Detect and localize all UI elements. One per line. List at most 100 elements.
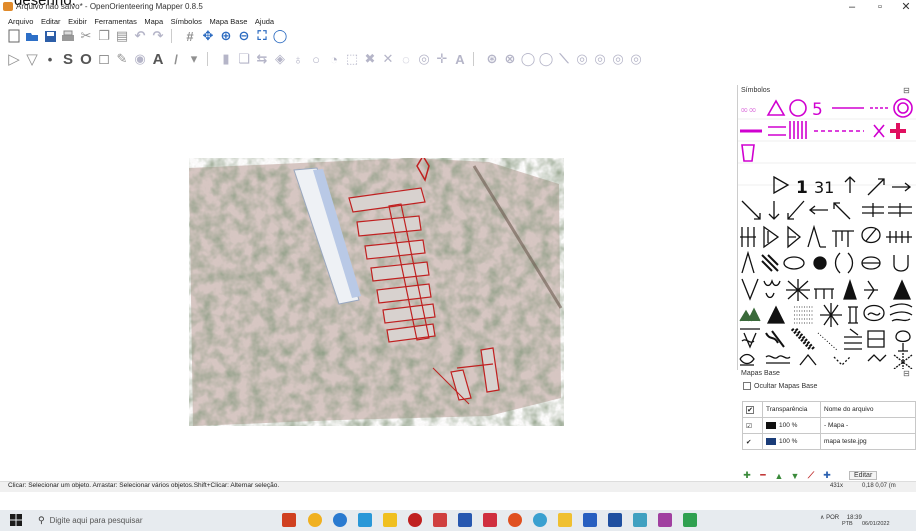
boolean-intersect-icon[interactable]: ⊗	[502, 51, 518, 67]
symbol-cross-line[interactable]	[888, 203, 912, 217]
symbol-s-curve[interactable]	[739, 353, 755, 366]
symbol-dotted-diag[interactable]	[817, 332, 839, 352]
symbol-u[interactable]	[893, 255, 909, 272]
save-icon[interactable]	[42, 28, 58, 44]
taskbar-folder-icon[interactable]	[383, 513, 397, 527]
symbol-down-arrow[interactable]	[768, 201, 780, 220]
symbol-marsh[interactable]	[862, 203, 884, 217]
symbol-spike[interactable]	[843, 278, 857, 300]
symbols-panel-close-icon[interactable]: ⊟	[903, 86, 910, 95]
taskbar-app-icon[interactable]	[358, 513, 372, 527]
row-filename[interactable]: mapa teste.jpg	[820, 433, 916, 450]
symbol-pi[interactable]	[814, 288, 834, 299]
redo-icon[interactable]: ↷	[150, 28, 166, 44]
menu-ajuda[interactable]: Ajuda	[255, 17, 274, 26]
draw-path-icon[interactable]: S	[60, 51, 76, 68]
fill-border-icon[interactable]: ◈	[272, 51, 288, 67]
symbol-trees[interactable]	[739, 307, 761, 322]
zoom-in-icon[interactable]: ⊕	[218, 28, 234, 44]
edit-point-icon[interactable]: ▷	[6, 51, 22, 68]
row-opacity[interactable]: 100 %	[762, 433, 821, 450]
symbol-dotted-area[interactable]	[794, 306, 814, 324]
taskbar-app-icon[interactable]	[282, 513, 296, 527]
symbol-comb[interactable]	[832, 230, 854, 247]
symbol-caret[interactable]	[741, 250, 755, 274]
table-row[interactable]: ✔ 100 % mapa teste.jpg	[742, 433, 916, 450]
symbol-hatch[interactable]	[761, 254, 779, 272]
menu-exibir[interactable]: Exibir	[68, 17, 87, 26]
edit-line-icon[interactable]: ▽	[24, 51, 40, 68]
cut-hole-icon[interactable]: ⬚	[344, 51, 360, 67]
draw-rectangle-icon[interactable]: □	[96, 51, 112, 68]
symbol-plus[interactable]	[890, 123, 906, 139]
switch-dash-icon[interactable]: ♁	[290, 51, 306, 67]
symbol-grid[interactable]: ∞∞ 5 1 31	[738, 97, 916, 369]
symbol-dash-v[interactable]	[833, 356, 851, 366]
symbol-stripes[interactable]	[844, 328, 862, 350]
cut-tool-icon[interactable]: ◎	[610, 51, 626, 67]
text-icon[interactable]: A	[150, 51, 166, 68]
symbol-cross[interactable]	[873, 124, 885, 138]
dropdown-icon[interactable]: ▾	[186, 51, 202, 67]
simplify-icon[interactable]: ◎	[592, 51, 608, 67]
merge-icon[interactable]: ⟍	[556, 51, 572, 67]
row-checkbox[interactable]: ✔	[742, 433, 763, 450]
symbol-cup[interactable]	[741, 144, 755, 162]
paste-icon[interactable]: ▤	[114, 28, 130, 44]
cut-icon[interactable]: ✂	[78, 28, 94, 44]
row-filename[interactable]: - Mapa -	[820, 417, 916, 434]
remove-base-map-icon[interactable]: ━	[757, 470, 769, 481]
move-icon[interactable]: ✛	[434, 51, 450, 67]
symbol-box[interactable]	[867, 330, 885, 348]
symbol-up-left-arrow[interactable]	[833, 202, 851, 220]
boolean-difference-icon[interactable]: ◯	[520, 51, 536, 67]
symbol-zig[interactable]	[867, 354, 887, 362]
symbol-triangle[interactable]	[766, 99, 786, 116]
symbol-hat[interactable]	[799, 353, 817, 366]
symbol-one[interactable]: 1	[796, 178, 808, 198]
menu-simbolos[interactable]: Símbolos	[171, 17, 202, 26]
rotate-icon[interactable]: ✖	[362, 51, 378, 67]
switch-symbol-icon[interactable]: ⇆	[254, 51, 270, 67]
move-down-icon[interactable]: ▼	[789, 471, 801, 481]
taskbar-app-icon[interactable]	[583, 513, 597, 527]
zoom-out-icon[interactable]: ⊖	[236, 28, 252, 44]
boolean-xor-icon[interactable]: ◯	[538, 51, 554, 67]
symbol-ellipse[interactable]	[783, 256, 805, 270]
table-row[interactable]: ☑ 100 % - Mapa -	[742, 417, 916, 434]
symbol-parens[interactable]	[834, 252, 854, 274]
undo-icon[interactable]: ↶	[132, 28, 148, 44]
close-button[interactable]: ✕	[892, 0, 916, 14]
symbol-oval-line[interactable]	[861, 256, 881, 270]
symbol-star[interactable]	[786, 279, 810, 301]
symbol-squiggle[interactable]	[765, 330, 785, 348]
fullscreen-icon[interactable]: ⛶	[254, 28, 270, 44]
symbol-wave[interactable]	[765, 355, 791, 364]
open-folder-icon[interactable]	[24, 28, 40, 44]
symbol-diag-arrow[interactable]	[867, 178, 885, 196]
copy-icon[interactable]: ❐	[96, 28, 112, 44]
symbol-triangle-line[interactable]	[787, 225, 802, 249]
taskbar-app-icon[interactable]	[633, 513, 647, 527]
taskbar-app-icon[interactable]	[658, 513, 672, 527]
taskbar-app-icon[interactable]	[433, 513, 447, 527]
scale-icon[interactable]: ✕	[380, 51, 396, 67]
symbol-zigzag[interactable]	[790, 327, 816, 351]
symbol-31[interactable]: 31	[814, 178, 834, 197]
symbol-lambda[interactable]	[807, 224, 826, 248]
scissors-icon[interactable]: ◎	[628, 51, 644, 67]
grid-icon[interactable]: #	[182, 28, 198, 44]
symbol-double-circle[interactable]	[893, 98, 913, 118]
convert-icon[interactable]: ◎	[574, 51, 590, 67]
tray-chevron-icon[interactable]: ∧	[820, 515, 824, 521]
base-maps-close-icon[interactable]: ⊟	[903, 369, 910, 378]
symbol-left-arrow[interactable]	[808, 205, 828, 215]
menu-arquivo[interactable]: Arquivo	[8, 17, 33, 26]
symbol-half-triangle[interactable]	[763, 225, 780, 249]
symbol-dot[interactable]	[813, 256, 827, 270]
symbol-fence[interactable]	[740, 227, 756, 247]
cut-object-icon[interactable]: ◔	[326, 51, 342, 67]
symbol-burst[interactable]	[820, 303, 842, 327]
symbol-track[interactable]	[886, 231, 912, 243]
measure-icon[interactable]: ◎	[416, 51, 432, 67]
